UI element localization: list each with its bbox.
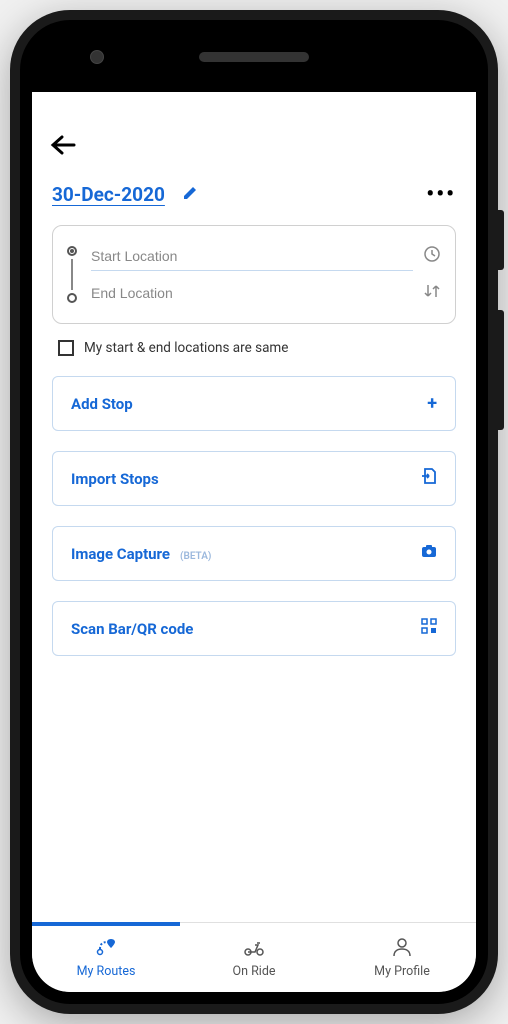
nav-on-ride-label: On Ride bbox=[232, 964, 275, 979]
plus-icon: + bbox=[427, 393, 437, 414]
start-dot-icon bbox=[67, 246, 77, 256]
phone-side-button bbox=[498, 210, 504, 270]
date-left: 30-Dec-2020 bbox=[52, 183, 197, 206]
end-dot-icon bbox=[67, 293, 77, 303]
route-icon bbox=[95, 937, 117, 961]
date-text[interactable]: 30-Dec-2020 bbox=[52, 183, 165, 206]
nav-on-ride[interactable]: On Ride bbox=[180, 923, 328, 992]
phone-camera bbox=[90, 50, 104, 64]
image-capture-label-wrap: Image Capture (BETA) bbox=[71, 544, 211, 563]
content-area: My start & end locations are same Add St… bbox=[32, 225, 476, 922]
start-location-input[interactable] bbox=[91, 242, 413, 271]
beta-badge: (BETA) bbox=[180, 551, 211, 562]
nav-my-profile-label: My Profile bbox=[374, 964, 430, 979]
back-button[interactable] bbox=[50, 132, 76, 162]
add-stop-label: Add Stop bbox=[71, 395, 133, 413]
nav-my-profile[interactable]: My Profile bbox=[328, 923, 476, 992]
scan-code-button[interactable]: Scan Bar/QR code bbox=[52, 601, 456, 656]
add-stop-button[interactable]: Add Stop + bbox=[52, 376, 456, 431]
phone-frame: 30-Dec-2020 ••• bbox=[10, 10, 498, 1014]
connector-line bbox=[71, 259, 73, 290]
camera-icon bbox=[421, 543, 437, 564]
scan-code-label: Scan Bar/QR code bbox=[71, 620, 193, 638]
nav-my-routes[interactable]: My Routes bbox=[32, 923, 180, 992]
import-file-icon bbox=[421, 468, 437, 489]
swap-icon[interactable] bbox=[423, 282, 441, 305]
import-stops-label: Import Stops bbox=[71, 470, 159, 488]
nav-active-indicator bbox=[32, 922, 180, 926]
phone-speaker bbox=[199, 52, 309, 62]
image-capture-button[interactable]: Image Capture (BETA) bbox=[52, 526, 456, 581]
edit-date-icon[interactable] bbox=[183, 185, 197, 204]
nav-my-routes-label: My Routes bbox=[77, 964, 136, 979]
location-card bbox=[52, 225, 456, 324]
profile-icon bbox=[391, 937, 413, 961]
end-location-input[interactable] bbox=[91, 279, 413, 307]
scooter-icon bbox=[243, 937, 265, 961]
end-location-row bbox=[91, 279, 441, 307]
phone-side-button bbox=[498, 310, 504, 430]
bottom-nav: My Routes On Ride My Profile bbox=[32, 922, 476, 992]
qr-code-icon bbox=[421, 618, 437, 639]
same-location-row: My start & end locations are same bbox=[52, 324, 456, 376]
phone-inner: 30-Dec-2020 ••• bbox=[20, 20, 488, 1004]
recent-icon[interactable] bbox=[423, 245, 441, 268]
location-inputs bbox=[91, 242, 441, 307]
start-location-row bbox=[91, 242, 441, 271]
header bbox=[32, 120, 476, 170]
image-capture-label: Image Capture bbox=[71, 545, 170, 563]
same-location-label: My start & end locations are same bbox=[84, 340, 288, 356]
more-menu-icon[interactable]: ••• bbox=[426, 182, 456, 207]
status-bar bbox=[32, 92, 476, 120]
app-screen: 30-Dec-2020 ••• bbox=[32, 92, 476, 992]
route-line-decoration bbox=[67, 242, 77, 307]
import-stops-button[interactable]: Import Stops bbox=[52, 451, 456, 506]
same-location-checkbox[interactable] bbox=[58, 340, 74, 356]
date-row: 30-Dec-2020 ••• bbox=[32, 170, 476, 225]
